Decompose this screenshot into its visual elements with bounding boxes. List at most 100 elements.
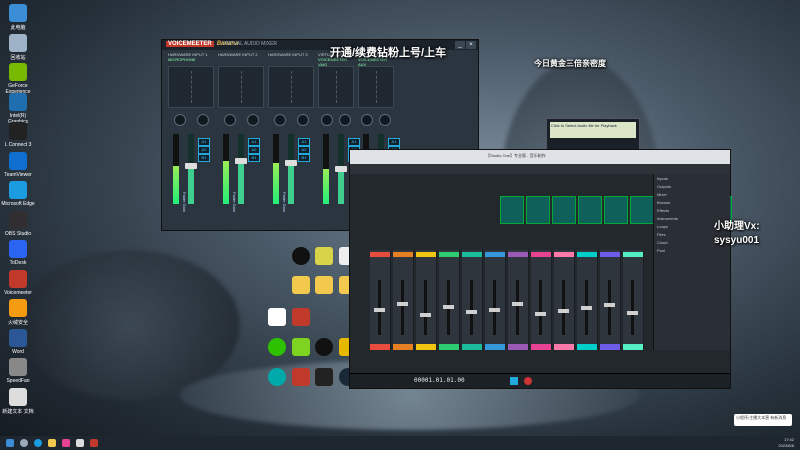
gain-fader[interactable]: [185, 134, 197, 204]
bus-a2-button[interactable]: A2: [248, 146, 260, 154]
strip-device[interactable]: [268, 57, 314, 63]
mixer-channel[interactable]: [623, 250, 644, 350]
fader-thumb[interactable]: [374, 307, 385, 312]
channel-label[interactable]: [554, 252, 574, 257]
desktop-shortcut[interactable]: Voicemeeter: [0, 269, 36, 296]
mixer-channel[interactable]: [531, 250, 552, 350]
desktop-shortcut[interactable]: L Connect 3: [0, 122, 36, 148]
bus-a2-button[interactable]: A2: [198, 146, 210, 154]
intellipan-panel[interactable]: [318, 66, 354, 108]
intellipan-panel[interactable]: [218, 66, 264, 108]
knob[interactable]: [173, 114, 186, 126]
fader-thumb[interactable]: [535, 311, 546, 316]
audio-clip[interactable]: [604, 196, 628, 224]
intellipan-panel[interactable]: [358, 66, 394, 108]
knob[interactable]: [361, 114, 373, 126]
audio-clip[interactable]: [630, 196, 654, 224]
desktop-shortcut[interactable]: [283, 308, 319, 328]
desktop-shortcut[interactable]: SpeedFan: [0, 358, 36, 384]
channel-label[interactable]: [416, 252, 436, 257]
bus-b1-button[interactable]: B1: [248, 154, 260, 162]
mixer-channel[interactable]: [485, 250, 506, 350]
fader-thumb[interactable]: [604, 303, 615, 308]
desktop-shortcut[interactable]: 回收站: [0, 33, 36, 61]
desktop-shortcut[interactable]: 火绒安全: [0, 299, 36, 326]
fader-thumb[interactable]: [489, 307, 500, 312]
bus-a2-button[interactable]: A2: [298, 146, 310, 154]
fader-thumb[interactable]: [235, 157, 247, 164]
fader-thumb[interactable]: [581, 306, 592, 311]
channel-fader[interactable]: [562, 280, 565, 335]
daw-browser-panel[interactable]: Inputs Outputs Mixer Browse Effects Instrumen…: [653, 174, 730, 350]
system-clock[interactable]: 17:42 2023/8/8: [778, 437, 794, 449]
channel-label[interactable]: [485, 252, 505, 257]
knob[interactable]: [246, 114, 259, 126]
fader-thumb[interactable]: [285, 160, 297, 167]
minimize-button[interactable]: _: [455, 41, 465, 49]
fader-thumb[interactable]: [420, 313, 431, 317]
notification-toast[interactable]: 小程序/主播大本营 有新消息: [734, 414, 792, 426]
fader-thumb[interactable]: [397, 302, 408, 306]
input-strip[interactable]: HARDWARE INPUT 3 A1 A2 B1 Fader Gain: [268, 52, 314, 228]
strip-name[interactable]: HARDWARE INPUT 3: [268, 52, 314, 57]
channel-label[interactable]: [577, 252, 597, 257]
gain-fader[interactable]: [235, 134, 247, 204]
desktop-shortcut[interactable]: GeForce Experience: [0, 63, 36, 95]
browser-item[interactable]: Inputs: [657, 176, 727, 182]
knob[interactable]: [273, 114, 286, 126]
start-icon[interactable]: [6, 439, 14, 447]
strip-name[interactable]: HARDWARE INPUT 2: [218, 52, 264, 57]
strip-device[interactable]: MICROPHONE: [168, 57, 214, 63]
voicemeeter-menu[interactable]: VIRTUAL AUDIO MIXER: [222, 41, 277, 47]
input-strip[interactable]: HARDWARE INPUT 2 A1 A2 B1 Fader Gain: [218, 52, 264, 228]
daw-window[interactable]: 【Studio One】专业版 - 音乐制作 Inputs Outputs Mixe…: [349, 149, 732, 389]
channel-label[interactable]: [370, 252, 390, 257]
knob[interactable]: [321, 114, 333, 126]
strip-device[interactable]: [218, 57, 264, 63]
record-button[interactable]: [524, 377, 532, 385]
browser-item[interactable]: Pool: [657, 248, 727, 254]
browser-item[interactable]: Browse: [657, 200, 727, 206]
channel-label[interactable]: [508, 252, 528, 257]
app-icon[interactable]: [62, 439, 70, 447]
browser-item[interactable]: Effects: [657, 208, 727, 214]
cassette-display[interactable]: Click to Select Audio file for Playback: [550, 122, 636, 138]
desktop-shortcut[interactable]: 此电脑: [0, 4, 36, 31]
knob[interactable]: [196, 114, 209, 126]
browser-item[interactable]: Outputs: [657, 184, 727, 190]
bus-a1-button[interactable]: A1: [248, 138, 260, 146]
knob[interactable]: [339, 114, 351, 126]
mixer-channel[interactable]: [554, 250, 575, 350]
edge-icon[interactable]: [34, 439, 42, 447]
desktop-shortcut[interactable]: Word: [0, 328, 36, 355]
channel-fader[interactable]: [516, 280, 519, 335]
channel-fader[interactable]: [424, 280, 427, 335]
input-strip[interactable]: HARDWARE INPUT 1 MICROPHONE A1 A2 B1 Fader Ga…: [168, 52, 214, 228]
fader-thumb[interactable]: [185, 162, 197, 169]
desktop-shortcut[interactable]: Intel(R) Graphics: [0, 92, 36, 125]
channel-fader[interactable]: [631, 280, 634, 335]
fader-thumb[interactable]: [443, 304, 454, 309]
close-button[interactable]: ×: [466, 41, 476, 49]
fader-thumb[interactable]: [512, 302, 523, 306]
gain-fader[interactable]: [335, 134, 347, 204]
mixer-channel[interactable]: [600, 250, 621, 350]
desktop-shortcut[interactable]: TeamViewer: [0, 151, 36, 178]
knob[interactable]: [379, 114, 391, 126]
search-icon[interactable]: [20, 439, 28, 447]
transport-bar[interactable]: 00001.01.01.00: [350, 373, 730, 388]
mixer-channel[interactable]: [393, 250, 414, 350]
fader-thumb[interactable]: [558, 308, 569, 313]
channel-label[interactable]: [531, 252, 551, 257]
app-icon[interactable]: [76, 439, 84, 447]
bus-a1-button[interactable]: A1: [388, 138, 400, 146]
channel-fader[interactable]: [470, 280, 473, 335]
daw-toolbar[interactable]: [350, 164, 730, 174]
fader-thumb[interactable]: [335, 166, 347, 172]
channel-label[interactable]: [623, 252, 643, 257]
play-button[interactable]: [510, 377, 518, 385]
mixer-channel[interactable]: [416, 250, 437, 350]
bus-b1-button[interactable]: B1: [298, 154, 310, 162]
intellipan-panel[interactable]: [168, 66, 214, 108]
mixer-channel[interactable]: [577, 250, 598, 350]
